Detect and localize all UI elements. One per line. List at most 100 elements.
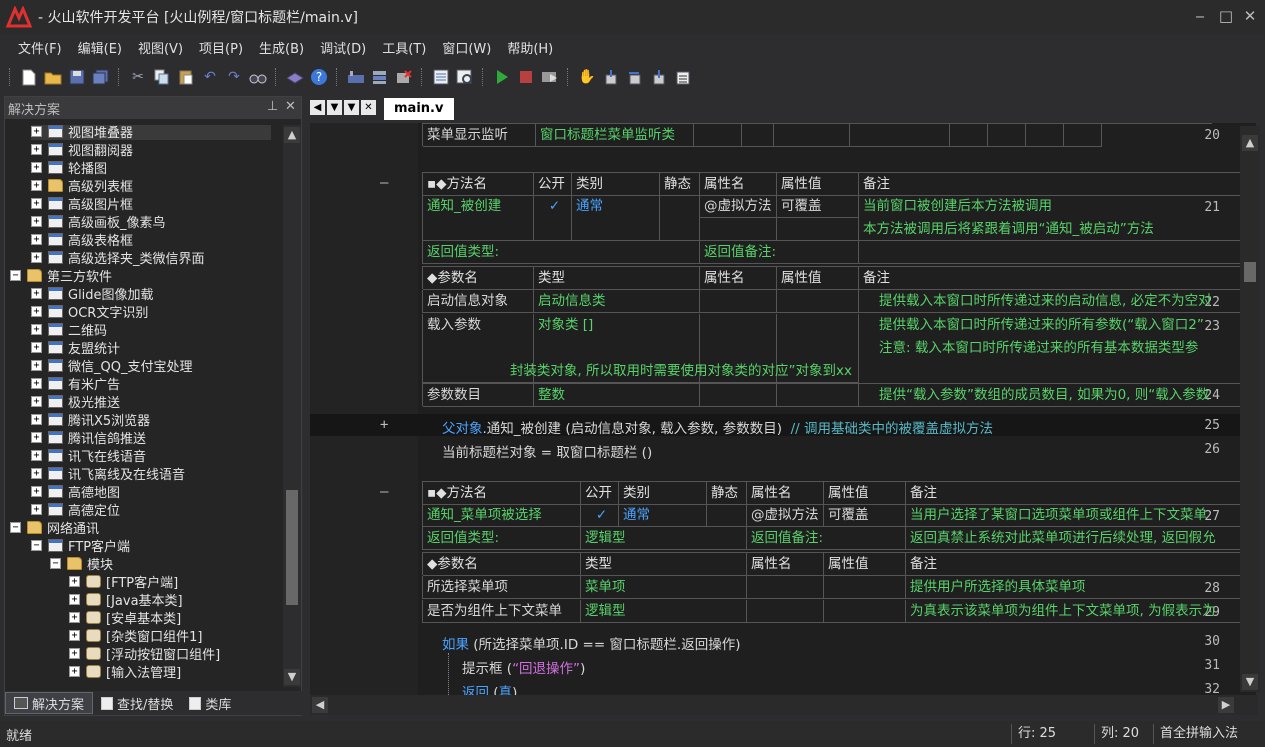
- expand-icon[interactable]: +: [69, 665, 80, 677]
- param-type-cell[interactable]: 菜单项: [581, 576, 747, 599]
- stop-icon[interactable]: [516, 67, 536, 87]
- code-line-26[interactable]: 当前标题栏对象 = 取窗口标题栏 (): [442, 441, 652, 461]
- attr-name-cell[interactable]: @虚拟方法: [747, 504, 824, 527]
- tree-node[interactable]: − 网络通讯: [10, 518, 99, 537]
- expand-icon[interactable]: +: [31, 143, 42, 155]
- cell[interactable]: [774, 124, 850, 147]
- close-window-button[interactable]: ✕: [1236, 4, 1264, 28]
- return-note-cell[interactable]: 返回真禁止系统对此菜单项进行后续处理, 返回假允: [906, 527, 1253, 550]
- method-name-cell[interactable]: 通知_菜单项被选择: [423, 504, 581, 527]
- menu-edit[interactable]: 编辑(E): [70, 38, 130, 57]
- param-name-cell[interactable]: 参数数目: [423, 384, 534, 407]
- param-name-cell[interactable]: 是否为组件上下文菜单: [423, 600, 581, 623]
- code-line-31[interactable]: 提示框 (“回退操作”): [462, 657, 585, 677]
- tree-scrollbar[interactable]: ▲ ▼: [283, 125, 301, 687]
- expand-icon[interactable]: +: [31, 251, 42, 263]
- tree-node[interactable]: + 有米广告: [31, 374, 120, 393]
- tab-class-library[interactable]: 类库: [181, 692, 239, 714]
- expand-icon[interactable]: +: [31, 287, 42, 299]
- attr-value-cell[interactable]: 可覆盖: [824, 504, 906, 527]
- param-note-line2[interactable]: 注意: 载入本窗口时所传递过来的所有基本数据类型参: [859, 337, 1253, 360]
- tree-node[interactable]: + 高德定位: [31, 500, 120, 519]
- expand-icon[interactable]: +: [31, 125, 42, 137]
- tree-node[interactable]: + [FTP客户端]: [69, 572, 178, 591]
- step-over-icon[interactable]: [625, 67, 645, 87]
- attr-value-cell[interactable]: 可覆盖: [777, 195, 859, 218]
- tab-list-icon[interactable]: ▼: [344, 100, 359, 115]
- expand-icon[interactable]: +: [31, 179, 42, 191]
- tree-node[interactable]: + 极光推送: [31, 392, 120, 411]
- fold-collapse-icon[interactable]: —: [380, 484, 388, 500]
- tree-node[interactable]: − 第三方软件: [10, 266, 112, 285]
- expand-icon[interactable]: +: [31, 467, 42, 479]
- tree-node[interactable]: + [安卓基本类]: [69, 608, 181, 627]
- var-type-cell[interactable]: 窗口标题栏菜单监听类: [536, 124, 694, 147]
- scroll-down-arrow-icon[interactable]: ▼: [1242, 674, 1258, 690]
- expand-icon[interactable]: +: [31, 323, 42, 335]
- tree-node[interactable]: + 高级表格框: [31, 230, 133, 249]
- static-cell[interactable]: [707, 504, 747, 527]
- properties-icon[interactable]: [431, 67, 451, 87]
- tree-node[interactable]: + 讯飞在线语音: [31, 446, 146, 465]
- close-panel-icon[interactable]: ✕: [285, 99, 296, 114]
- tree-node[interactable]: + 讯飞离线及在线语音: [31, 464, 185, 483]
- param-note-cell[interactable]: 提供载入本窗口时所传递过来的启动信息, 必定不为空对: [859, 290, 1253, 313]
- expand-icon[interactable]: +: [69, 629, 80, 641]
- tab-find-replace[interactable]: 查找/替换: [93, 692, 181, 714]
- breakpoints-icon[interactable]: [673, 67, 693, 87]
- cell[interactable]: [747, 576, 824, 599]
- code-line-32[interactable]: 返回 (真): [462, 681, 517, 695]
- param-name-cell[interactable]: 启动信息对象: [423, 290, 534, 313]
- attr-name-cell[interactable]: @虚拟方法: [700, 195, 777, 218]
- build-all-icon[interactable]: [370, 67, 390, 87]
- cell[interactable]: [700, 384, 777, 407]
- param-type-cell[interactable]: 启动信息类: [534, 290, 700, 313]
- param-note-cell[interactable]: 为真表示该菜单项为组件上下文菜单项, 为假表示为: [906, 600, 1253, 623]
- expand-icon[interactable]: +: [31, 431, 42, 443]
- build-icon[interactable]: [346, 67, 366, 87]
- tree-node[interactable]: + [Java基本类]: [69, 590, 183, 609]
- new-file-icon[interactable]: [19, 67, 39, 87]
- tree-scroll-thumb[interactable]: [286, 490, 298, 605]
- clean-icon[interactable]: [394, 67, 414, 87]
- collapse-icon[interactable]: −: [31, 539, 42, 551]
- cell[interactable]: [694, 124, 742, 147]
- cell[interactable]: [700, 290, 777, 313]
- cut-icon[interactable]: ✂: [128, 67, 148, 87]
- method-category-cell[interactable]: 通常: [619, 504, 707, 527]
- step-into-icon[interactable]: [601, 67, 621, 87]
- tree-node[interactable]: + 友盟统计: [31, 338, 120, 357]
- method-note-line2[interactable]: 本方法被调用后将紧跟着调用“通知_被启动”方法: [859, 218, 1253, 241]
- param-note-line1[interactable]: 提供载入本窗口时所传递过来的所有参数(“载入窗口2”: [859, 314, 1253, 337]
- menu-window[interactable]: 窗口(W): [434, 38, 499, 57]
- cell[interactable]: [1064, 124, 1102, 147]
- close-tab-icon[interactable]: ✕: [361, 100, 376, 115]
- param-note-line3[interactable]: 封装类对象, 所以取用时需要使用对象类的对应”对象到xx: [310, 360, 858, 383]
- tab-solution[interactable]: 解决方案: [5, 692, 94, 714]
- hand-tool-icon[interactable]: ✋: [577, 67, 597, 87]
- save-all-icon[interactable]: [91, 67, 111, 87]
- tab-scroll-right-icon[interactable]: ▼: [327, 100, 342, 115]
- scroll-up-arrow-icon[interactable]: ▲: [1242, 135, 1258, 151]
- collapse-icon[interactable]: −: [50, 557, 61, 569]
- expand-icon[interactable]: +: [69, 575, 80, 587]
- tree-node[interactable]: + [输入法管理]: [69, 662, 181, 681]
- tree-node[interactable]: + 高级画板_像素鸟: [31, 212, 166, 231]
- preview-window-icon[interactable]: [455, 67, 475, 87]
- save-icon[interactable]: [67, 67, 87, 87]
- run-icon[interactable]: [492, 67, 512, 87]
- scroll-up-arrow-icon[interactable]: ▲: [284, 127, 300, 143]
- editor-horizontal-scrollbar[interactable]: ◀ ▶: [310, 695, 1258, 715]
- expand-icon[interactable]: +: [31, 377, 42, 389]
- redo-icon[interactable]: ↷: [224, 67, 244, 87]
- cell[interactable]: [777, 384, 859, 407]
- tab-scroll-left-icon[interactable]: ◀: [310, 100, 325, 115]
- tree-node[interactable]: + [浮动按钮窗口组件]: [69, 644, 220, 663]
- method-note-cell[interactable]: 当用户选择了某窗口选项菜单项或组件上下文菜单: [906, 504, 1253, 527]
- method-category-cell[interactable]: 通常: [572, 195, 660, 241]
- return-type-value[interactable]: 逻辑型: [581, 527, 747, 550]
- menu-file[interactable]: 文件(F): [10, 38, 70, 57]
- expand-icon[interactable]: +: [31, 395, 42, 407]
- attr-value-cell-empty[interactable]: [777, 218, 859, 241]
- method-name-cell[interactable]: 通知_被创建: [423, 195, 534, 241]
